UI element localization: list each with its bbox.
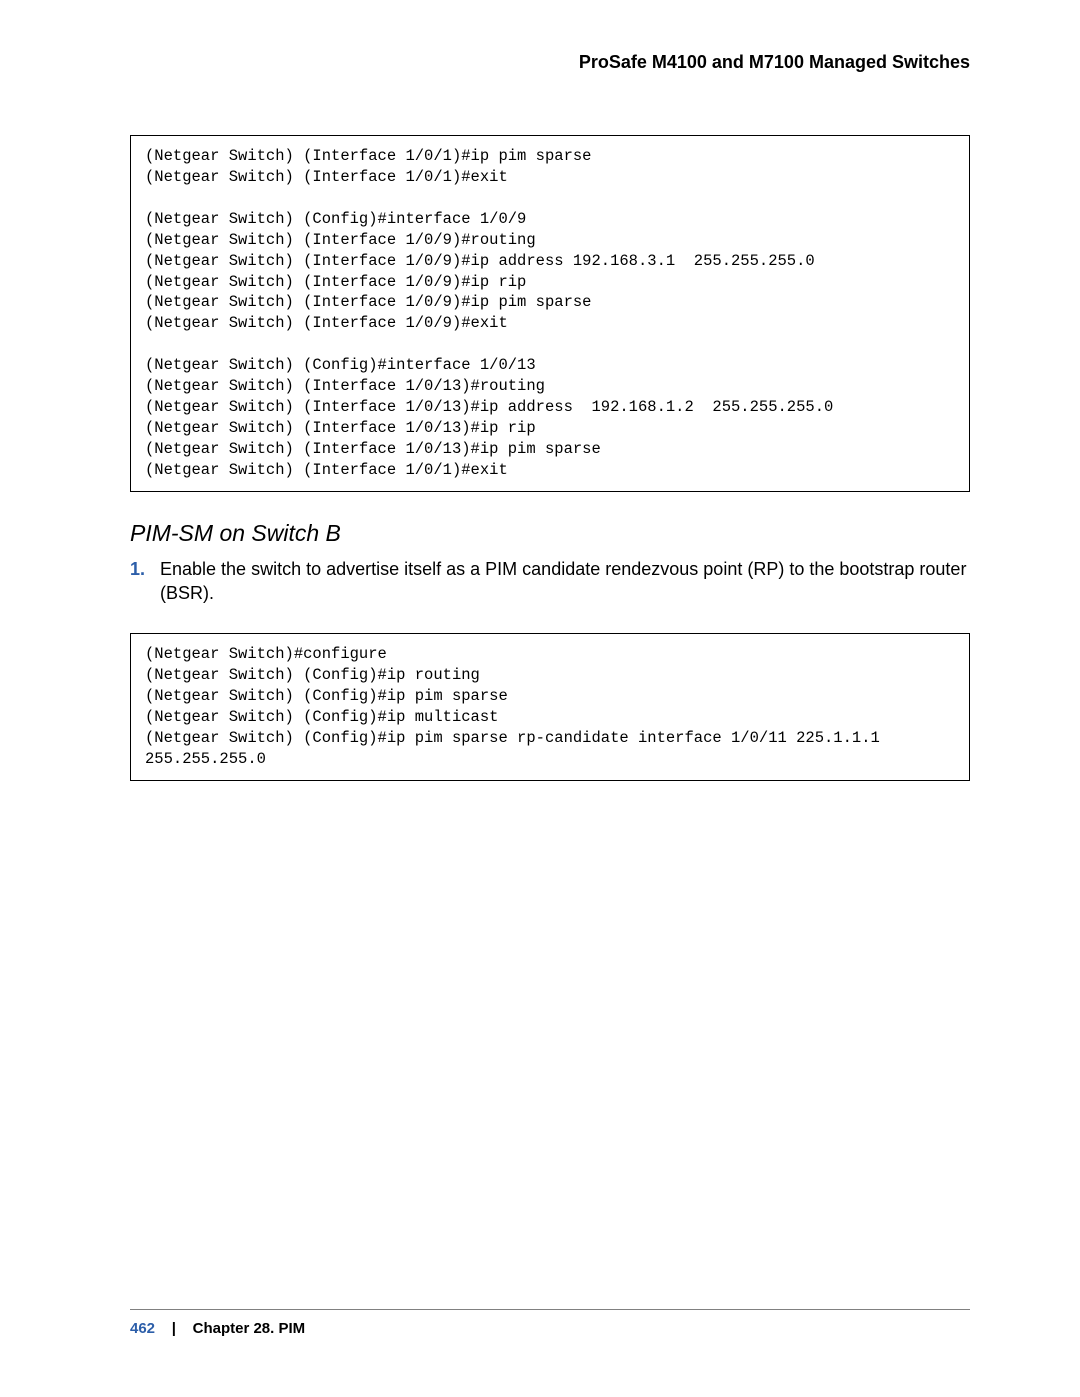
code-block-1: (Netgear Switch) (Interface 1/0/1)#ip pi…: [130, 135, 970, 492]
page-number: 462: [130, 1320, 155, 1337]
footer-separator: |: [172, 1320, 176, 1337]
numbered-step-1: 1. Enable the switch to advertise itself…: [130, 557, 970, 606]
section-heading-pim-sm-switch-b: PIM-SM on Switch B: [130, 520, 970, 547]
code-block-2: (Netgear Switch)#configure (Netgear Swit…: [130, 633, 970, 781]
chapter-label: Chapter 28. PIM: [193, 1320, 306, 1337]
page-footer: 462 | Chapter 28. PIM: [130, 1309, 970, 1337]
page: ProSafe M4100 and M7100 Managed Switches…: [0, 0, 1080, 1397]
step-number: 1.: [130, 557, 160, 606]
document-header-title: ProSafe M4100 and M7100 Managed Switches: [130, 52, 970, 73]
step-text: Enable the switch to advertise itself as…: [160, 557, 970, 606]
